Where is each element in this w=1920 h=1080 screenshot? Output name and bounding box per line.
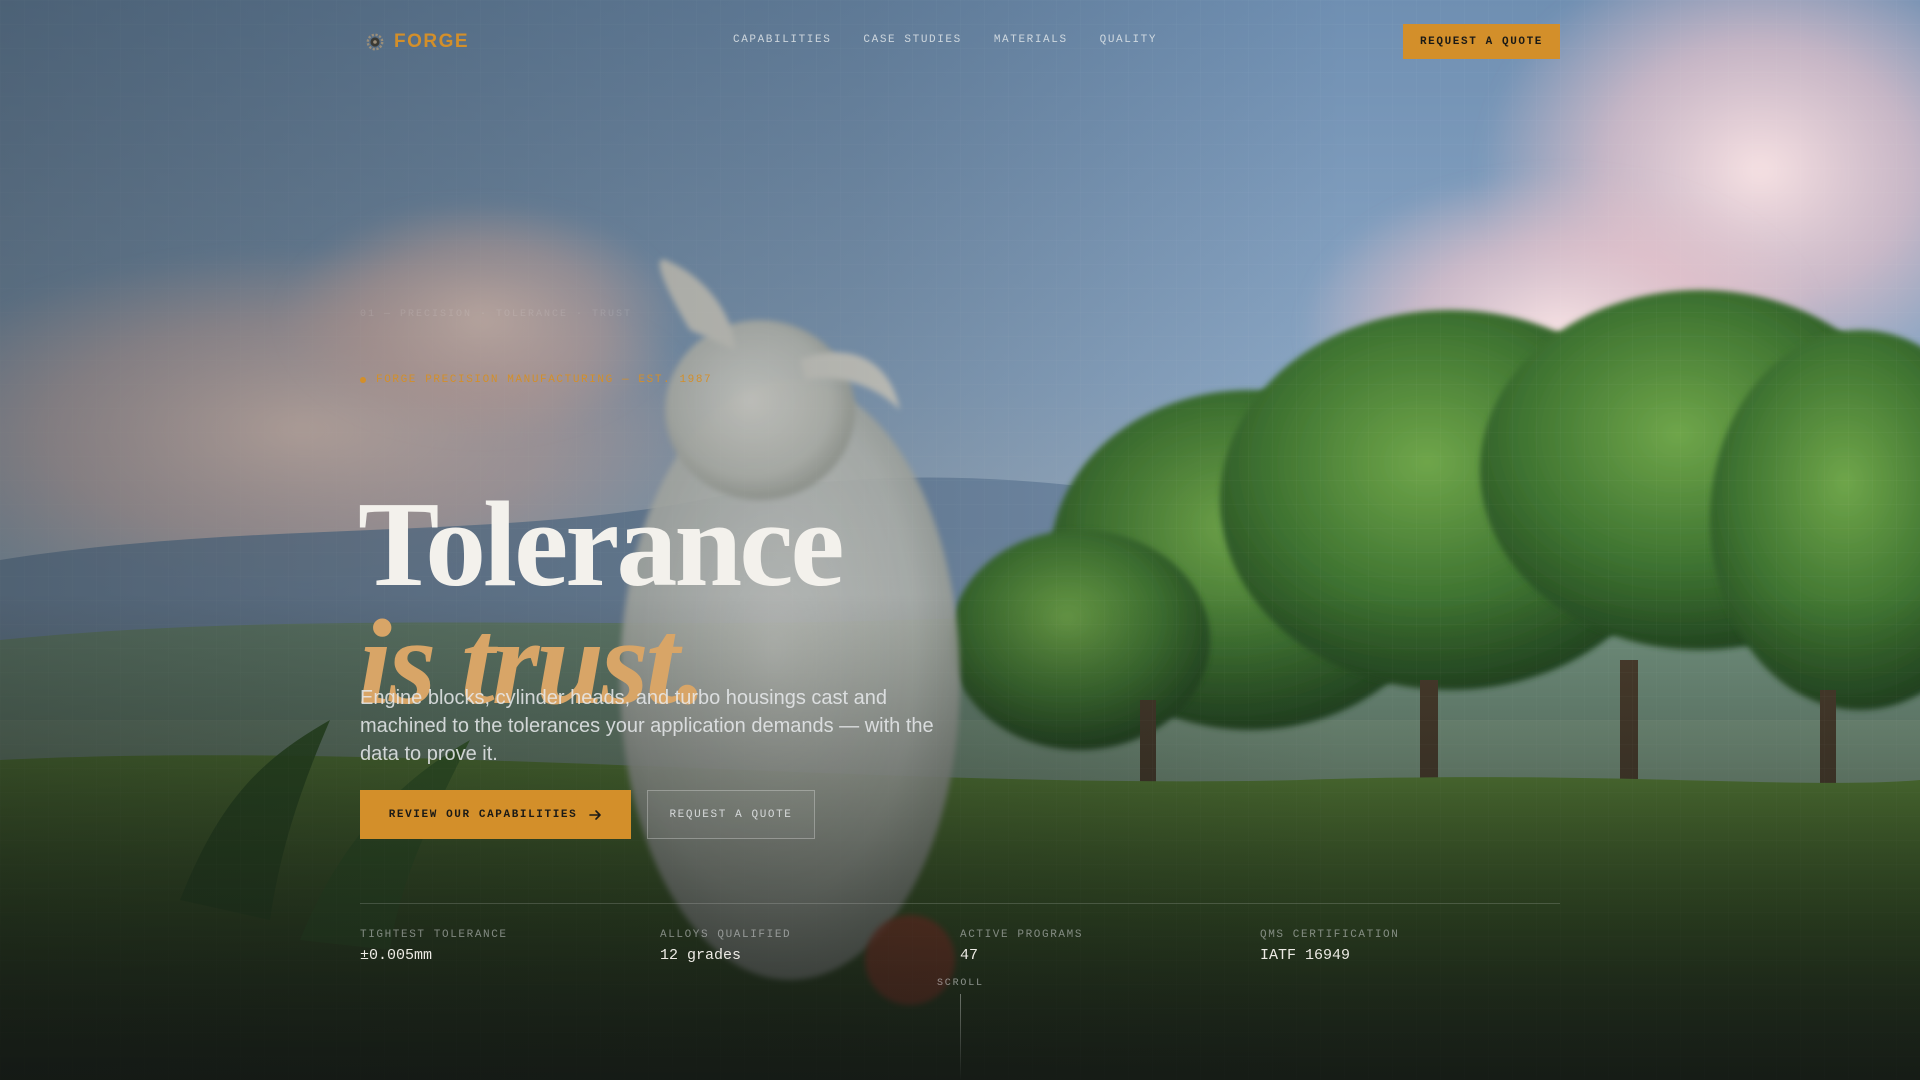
- stat-value: ±0.005mm: [360, 947, 433, 964]
- stat-value: 47: [960, 947, 979, 964]
- scroll-indicator-line: [960, 994, 961, 1080]
- review-capabilities-label: REVIEW OUR CAPABILITIES: [388, 808, 578, 821]
- review-capabilities-button[interactable]: REVIEW OUR CAPABILITIES: [360, 790, 631, 839]
- hero-page: FORGE CAPABILITIES CASE STUDIES MATERIAL…: [0, 0, 1920, 1080]
- stat-value: IATF 16949: [1260, 947, 1351, 964]
- hero-section: 01 — PRECISION · TOLERANCE · TRUST FORGE…: [358, 0, 1560, 1080]
- stat-label: QMS CERTIFICATION: [1260, 929, 1400, 941]
- section-index-label: 01 — PRECISION · TOLERANCE · TRUST: [360, 309, 633, 320]
- stats-row: TIGHTEST TOLERANCE ±0.005mm ALLOYS QUALI…: [360, 929, 1560, 964]
- eyebrow-dot-icon: [360, 377, 366, 383]
- hero-headline-line-1: Tolerance: [358, 476, 845, 612]
- stat-label: TIGHTEST TOLERANCE: [360, 929, 508, 941]
- stat-value: 12 grades: [660, 947, 742, 964]
- stat-label: ALLOYS QUALIFIED: [660, 929, 792, 941]
- hero-eyebrow: FORGE PRECISION MANUFACTURING — EST. 198…: [360, 374, 712, 386]
- stat-alloys: ALLOYS QUALIFIED 12 grades: [660, 929, 960, 964]
- stat-tolerance: TIGHTEST TOLERANCE ±0.005mm: [360, 929, 660, 964]
- stats-divider: [360, 903, 1560, 904]
- stat-programs: ACTIVE PROGRAMS 47: [960, 929, 1260, 964]
- stat-certification: QMS CERTIFICATION IATF 16949: [1260, 929, 1560, 964]
- hero-lede: Engine blocks, cylinder heads, and turbo…: [360, 687, 934, 765]
- arrow-right-icon: [589, 809, 602, 820]
- stat-label: ACTIVE PROGRAMS: [960, 929, 1084, 941]
- eyebrow-text: FORGE PRECISION MANUFACTURING — EST. 198…: [376, 374, 713, 386]
- hero-request-quote-button[interactable]: REQUEST A QUOTE: [647, 790, 815, 839]
- scroll-indicator-label[interactable]: SCROLL: [937, 978, 984, 989]
